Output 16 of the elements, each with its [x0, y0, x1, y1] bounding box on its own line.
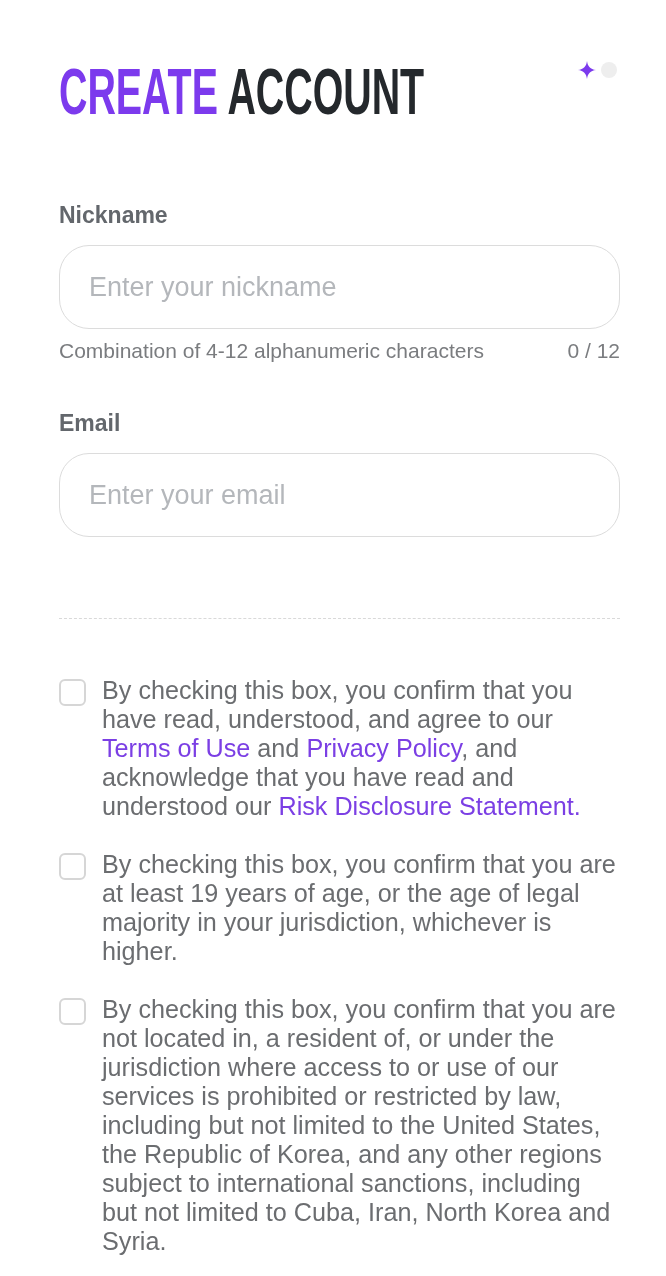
- field-label: Email: [59, 409, 121, 437]
- agreement-text: By checking this box, you confirm that you are at least 19 years of age, or the age of legal majority in your jurisdiction, whichever is higher.: [102, 850, 617, 966]
- text-link[interactable]: Risk Disclosure Statement.: [278, 792, 581, 820]
- input-field[interactable]: Enter your nickname: [59, 245, 620, 329]
- character-counter: 0 / 12: [567, 338, 620, 364]
- agreement-text: By checking this box, you confirm that you have read, understood, and agree to our Terms of Use and Privacy Policy, and acknowledge that you have read and understood our Risk Disclosure Statement.: [102, 676, 582, 821]
- page-title: CREATEACCOUNT: [59, 60, 425, 124]
- text-link[interactable]: Privacy Policy: [306, 734, 462, 762]
- checkbox[interactable]: [59, 853, 86, 880]
- input-field[interactable]: Enter your email: [59, 453, 620, 537]
- agreement-text: By checking this box, you confirm that you are not located in, a resident of, or under the jurisdiction where access to or use of our services is prohibited or restricted by law, including but not limited to the United States, the Republic of Korea, and any other regions subject to international sanctions, including but not limited to Cuba, Iran, North Korea and Syria.: [102, 995, 617, 1256]
- checkbox[interactable]: [59, 998, 86, 1025]
- helper-text: Combination of 4-12 alphanumeric characters: [59, 338, 484, 364]
- text-link[interactable]: Terms of Use: [102, 734, 251, 762]
- checkbox[interactable]: [59, 679, 86, 706]
- field-label: Nickname: [59, 201, 168, 229]
